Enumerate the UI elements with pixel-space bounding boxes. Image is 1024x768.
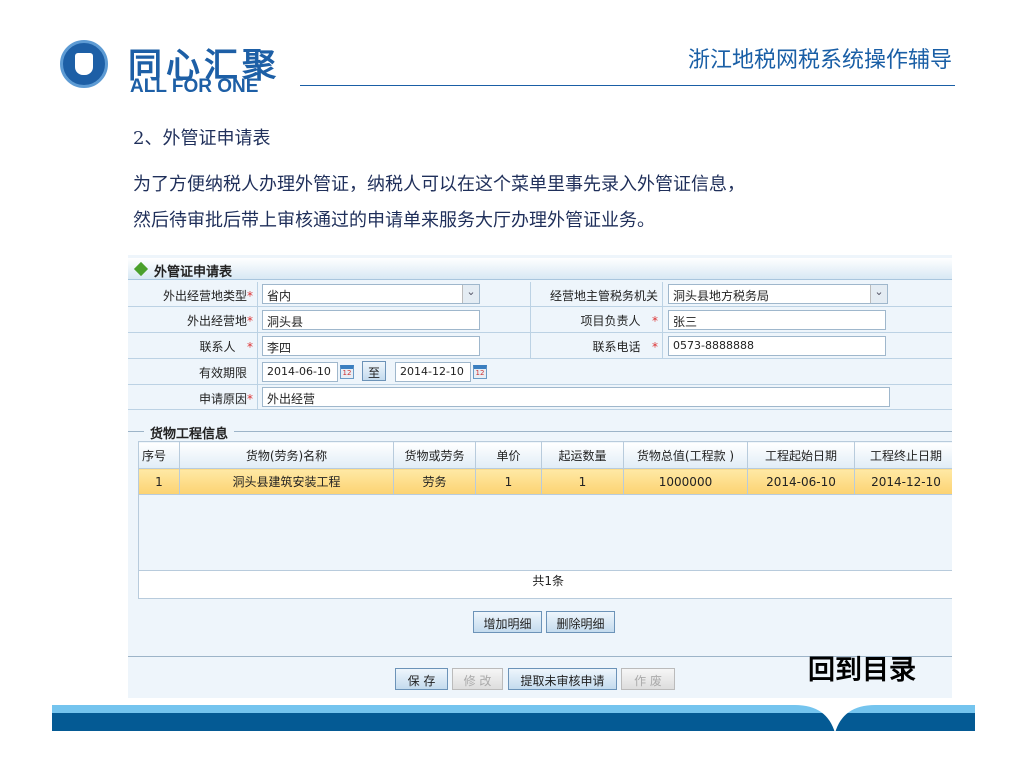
cell: 1 (475, 468, 542, 495)
col-header[interactable]: 序号 (138, 441, 180, 469)
col-header[interactable]: 起运数量 (541, 441, 624, 469)
header-divider (300, 85, 955, 86)
cell: 1 (138, 468, 180, 495)
type-label: 外出经营地类型* (128, 282, 258, 306)
table-row[interactable]: 1 洞头县建筑安装工程 劳务 1 1 1000000 2014-06-10 20… (138, 468, 952, 495)
col-header[interactable]: 货物总值(工程款 ) (623, 441, 748, 469)
authority-select[interactable]: 洞头县地方税务局 (668, 284, 888, 304)
table-header-row: 序号 货物(劳务)名称 货物或劳务 单价 起运数量 货物总值(工程款 ) 工程起… (138, 441, 952, 469)
table-footer: 共1条 (138, 570, 952, 599)
panel-title: 外管证申请表 (154, 265, 233, 280)
fieldset-line (128, 431, 952, 432)
logo-emblem-icon (60, 40, 108, 88)
col-header[interactable]: 工程终止日期 (854, 441, 952, 469)
modify-button[interactable]: 修 改 (452, 668, 503, 690)
type-select[interactable]: 省内 (262, 284, 480, 304)
goods-legend: 货物工程信息 (144, 423, 235, 442)
manager-label: 项目负责人 * (530, 307, 663, 332)
manager-input[interactable]: 张三 (668, 310, 886, 330)
cell: 1 (541, 468, 624, 495)
reason-label: 申请原因* (128, 385, 258, 409)
to-button: 至 (362, 361, 386, 381)
col-header[interactable]: 货物或劳务 (393, 441, 476, 469)
period-label: 有效期限 (128, 359, 258, 384)
logo-text-en: ALL FOR ONE (130, 76, 259, 97)
cell: 1000000 (623, 468, 748, 495)
form-row: 申请原因* 外出经营 (128, 385, 952, 410)
panel-header: 外管证申请表 (128, 258, 952, 280)
slide-title: 浙江地税网税系统操作辅导 (687, 48, 952, 73)
intro-line-2: 然后待审批后带上审核通过的申请单来服务大厅办理外管证业务。 (133, 210, 655, 231)
col-header[interactable]: 工程起始日期 (747, 441, 855, 469)
contact-input[interactable]: 李四 (262, 336, 480, 356)
cell: 劳务 (393, 468, 476, 495)
add-detail-button[interactable]: 增加明细 (473, 611, 542, 633)
phone-label: 联系电话 * (530, 333, 663, 358)
col-header[interactable]: 货物(劳务)名称 (179, 441, 394, 469)
section-heading: 2、外管证申请表 (133, 128, 271, 149)
form-row: 有效期限 2014-06-10 12 至 2014-12-10 12 (128, 359, 952, 385)
application-form-panel: 外管证申请表 外出经营地类型* 省内 经营地主管税务机关 洞头县地方税务局 外出… (128, 255, 952, 698)
footer-notch (795, 705, 875, 733)
cell: 2014-12-10 (854, 468, 952, 495)
fetch-unreviewed-button[interactable]: 提取未审核申请 (508, 668, 617, 690)
save-button[interactable]: 保 存 (395, 668, 448, 690)
place-label: 外出经营地* (128, 307, 258, 332)
authority-label: 经营地主管税务机关 (530, 282, 663, 306)
calendar-icon[interactable]: 12 (340, 365, 354, 379)
contact-label: 联系人 * (128, 333, 258, 358)
intro-line-1: 为了方便纳税人办理外管证，纳税人可以在这个菜单里事先录入外管证信息， (133, 174, 745, 195)
cell: 洞头县建筑安装工程 (179, 468, 394, 495)
form-row: 外出经营地类型* 省内 经营地主管税务机关 洞头县地方税务局 (128, 282, 952, 307)
diamond-icon (133, 261, 149, 277)
total-count: 共1条 (138, 570, 952, 599)
cell: 2014-06-10 (747, 468, 855, 495)
form-row: 外出经营地* 洞头县 项目负责人 * 张三 (128, 307, 952, 333)
goods-table: 序号 货物(劳务)名称 货物或劳务 单价 起运数量 货物总值(工程款 ) 工程起… (138, 441, 952, 599)
void-button[interactable]: 作 废 (621, 668, 675, 690)
delete-detail-button[interactable]: 删除明细 (546, 611, 615, 633)
calendar-icon[interactable]: 12 (473, 365, 487, 379)
form-row: 联系人 * 李四 联系电话 * 0573-8888888 (128, 333, 952, 359)
reason-input[interactable]: 外出经营 (262, 387, 890, 407)
phone-input[interactable]: 0573-8888888 (668, 336, 886, 356)
empty-area (138, 494, 952, 571)
start-date-input[interactable]: 2014-06-10 (262, 362, 338, 382)
back-to-contents-link[interactable]: 回到目录 (808, 648, 916, 687)
col-header[interactable]: 单价 (475, 441, 542, 469)
place-input[interactable]: 洞头县 (262, 310, 480, 330)
end-date-input[interactable]: 2014-12-10 (395, 362, 471, 382)
